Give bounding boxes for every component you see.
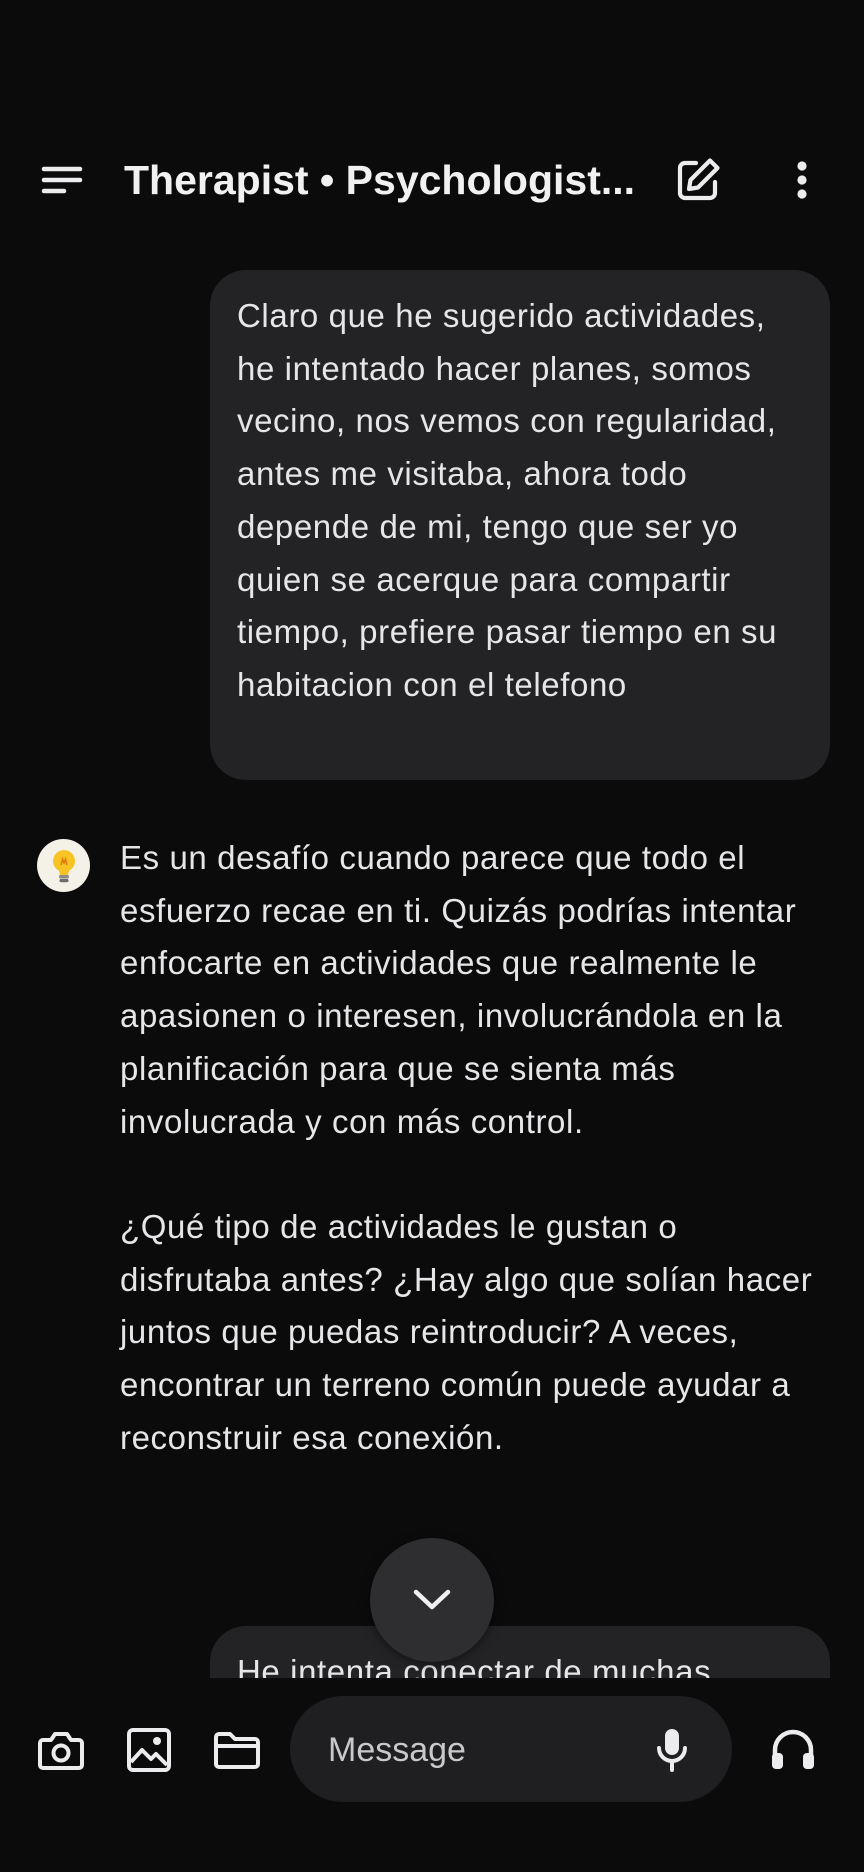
voice-mode-button[interactable] xyxy=(760,1716,826,1782)
mic-icon xyxy=(657,1729,687,1772)
message-input[interactable] xyxy=(326,1722,630,1778)
new-chat-button[interactable] xyxy=(664,148,732,212)
camera-button[interactable] xyxy=(29,1718,93,1782)
bot-paragraph: ¿Qué tipo de actividades le gustan o dis… xyxy=(120,1207,813,1456)
message-input-container[interactable] xyxy=(290,1696,732,1802)
image-icon xyxy=(127,1728,171,1772)
user-message: Claro que he sugerido actividades, he in… xyxy=(210,270,830,780)
bot-message-text: Es un desafío cuando parece que todo el … xyxy=(120,832,820,1464)
chat-messages[interactable]: Claro que he sugerido actividades, he in… xyxy=(0,230,864,1678)
user-message: He intenta conectar de muchas xyxy=(210,1626,830,1678)
gallery-button[interactable] xyxy=(117,1718,181,1782)
camera-icon xyxy=(38,1732,84,1770)
chat-title[interactable]: Therapist • Psychologist... xyxy=(124,152,644,208)
more-vert-icon xyxy=(797,161,807,199)
chevron-down-icon xyxy=(413,1589,451,1610)
composer-bar xyxy=(0,1678,864,1818)
folder-button[interactable] xyxy=(205,1718,269,1782)
menu-icon xyxy=(41,166,83,194)
folder-icon xyxy=(214,1732,260,1769)
menu-button[interactable] xyxy=(28,150,96,210)
lightbulb-icon xyxy=(52,849,75,882)
edit-icon xyxy=(677,158,720,201)
headphones-icon xyxy=(772,1729,814,1769)
chat-header: Therapist • Psychologist... xyxy=(0,130,864,230)
voice-input-button[interactable] xyxy=(642,1720,702,1780)
bot-avatar[interactable] xyxy=(37,839,90,892)
more-options-button[interactable] xyxy=(770,148,834,212)
scroll-to-bottom-button[interactable] xyxy=(370,1538,494,1662)
bot-paragraph: Es un desafío cuando parece que todo el … xyxy=(120,839,797,1140)
